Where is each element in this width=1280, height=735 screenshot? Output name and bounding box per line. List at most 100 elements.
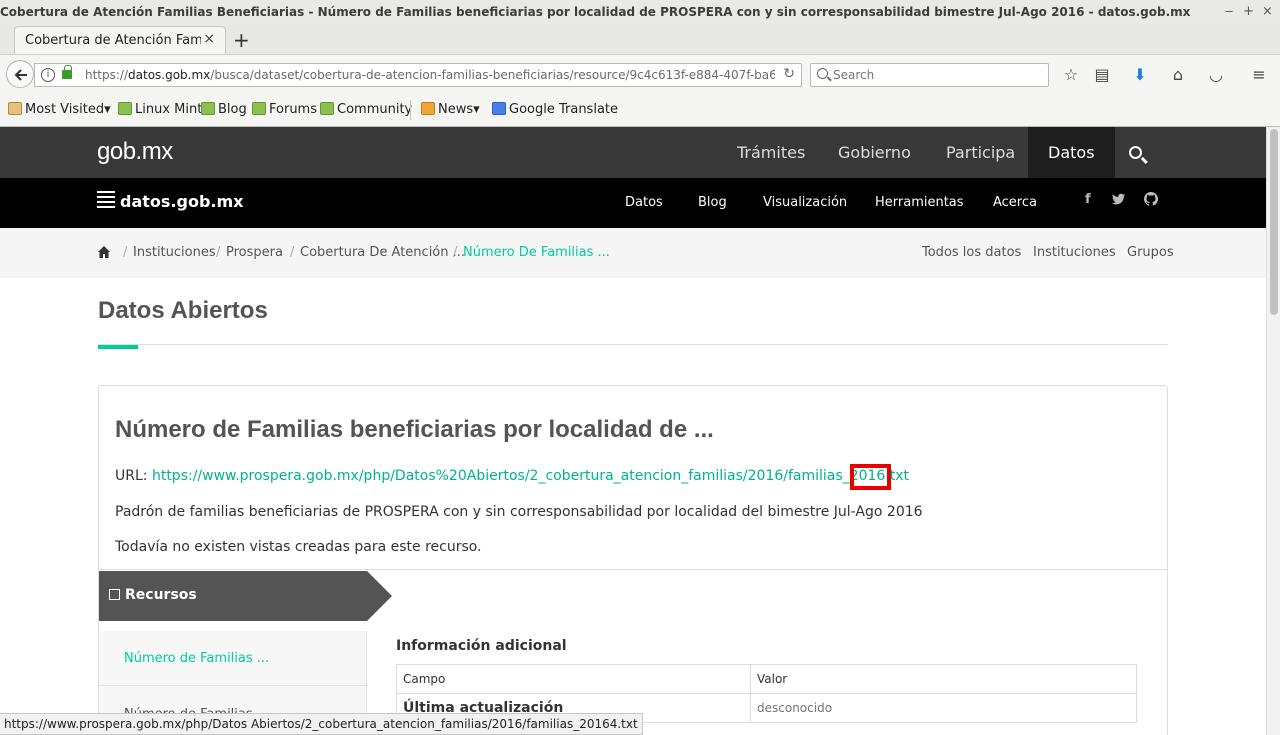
info-heading: Información adicional (396, 638, 567, 654)
bookmark-separator (410, 100, 411, 120)
resource-url-link[interactable]: https://www.prospera.gob.mx/php/Datos%20… (152, 468, 909, 484)
lock-icon (62, 65, 72, 79)
window-title: Cobertura de Atención Familias Beneficia… (0, 5, 1190, 19)
breadcrumb: / Instituciones / Prospera / Cobertura D… (0, 228, 1266, 278)
url-path: /busca/dataset/cobertura-de-atencion-fam… (210, 68, 775, 82)
datos-logo[interactable]: datos.gob.mx (97, 191, 243, 211)
mint-icon (320, 102, 334, 115)
reading-list-icon[interactable]: ▤ (1091, 64, 1113, 86)
scrollbar-thumb[interactable] (1270, 129, 1278, 315)
datos-nav-acerca[interactable]: Acerca (993, 195, 1037, 210)
bookmark-label: Google Translate (509, 102, 619, 117)
recursos-heading: Recursos (109, 587, 197, 603)
no-views-message: Todavía no existen vistas creadas para e… (115, 539, 482, 555)
info-icon[interactable]: i (41, 68, 55, 82)
nav-datos[interactable]: Datos (1028, 127, 1115, 178)
url-prefix: https:// (85, 68, 129, 82)
nav-participa[interactable]: Participa (946, 127, 1015, 178)
link-grupos[interactable]: Grupos (1127, 245, 1174, 260)
maximize-button[interactable]: + (1243, 4, 1254, 19)
url-host: datos.gob.mx (128, 68, 211, 82)
bookmark-label: Blog (218, 102, 247, 117)
bookmark-forums[interactable]: Forums (252, 102, 317, 117)
datos-logo-text: datos.gob.mx (120, 192, 244, 211)
datos-nav-herramientas[interactable]: Herramientas (875, 195, 964, 210)
gob-logo[interactable]: gob.mx (97, 138, 173, 166)
bookmark-blog[interactable]: Blog (201, 102, 247, 117)
rss-icon (421, 102, 435, 115)
bookmark-google-translate[interactable]: Google Translate (492, 102, 618, 117)
twitter-icon[interactable] (1112, 193, 1126, 205)
menu-icon[interactable]: ≡ (1248, 64, 1270, 86)
mint-icon (252, 102, 266, 115)
bookmark-most-visited[interactable]: Most Visited▾ (8, 102, 111, 117)
search-icon[interactable] (1129, 146, 1142, 159)
bookmark-community[interactable]: Community (320, 102, 412, 117)
datos-nav-blog[interactable]: Blog (698, 195, 727, 210)
resource-url-text: https://www.prospera.gob.mx/php/Datos%20… (151, 468, 886, 484)
downloads-icon[interactable]: ⬇ (1129, 64, 1151, 86)
search-icon (817, 68, 828, 79)
page-title: Datos Abiertos (98, 297, 268, 324)
facebook-icon[interactable]: f (1085, 192, 1091, 207)
recursos-header: Recursos (99, 571, 392, 621)
bookmark-label: Forums (269, 102, 317, 117)
bookmark-label: Community (337, 102, 413, 117)
home-icon[interactable] (98, 246, 110, 258)
reload-icon[interactable]: ↻ (783, 66, 795, 82)
new-tab-button[interactable]: + (233, 28, 250, 52)
tab-close-icon[interactable]: × (203, 31, 215, 47)
bookmark-label: News▾ (438, 102, 480, 117)
gob-header: gob.mx Trámites Gobierno Participa Datos (0, 127, 1266, 178)
link-todos-los-datos[interactable]: Todos los datos (922, 245, 1021, 260)
home-button-icon[interactable]: ⌂ (1167, 64, 1189, 86)
resource-title: Número de Familias beneficiarias por loc… (115, 416, 714, 443)
resource-description: Padrón de familias beneficiarias de PROS… (115, 504, 923, 520)
nav-tramites[interactable]: Trámites (737, 127, 805, 178)
bookmark-label: Linux Mint (135, 102, 203, 117)
datos-nav-datos[interactable]: Datos (625, 195, 663, 210)
breadcrumb-separator: / (123, 245, 128, 260)
gob-logo-left: gob (97, 138, 136, 165)
datos-logo-icon (97, 191, 115, 211)
minimize-button[interactable]: ‒ (1225, 4, 1233, 19)
address-bar[interactable]: i https://datos.gob.mx/busca/dataset/cob… (34, 63, 802, 87)
column-header-valor: Valor (750, 664, 1137, 694)
breadcrumb-current[interactable]: Número De Familias ... (463, 245, 610, 260)
github-icon[interactable] (1144, 192, 1158, 206)
bookmark-news[interactable]: News▾ (421, 102, 480, 117)
vertical-scrollbar[interactable] (1266, 127, 1280, 735)
address-url[interactable]: https://datos.gob.mx/busca/dataset/cober… (85, 68, 775, 82)
most-visited-icon (8, 102, 22, 115)
breadcrumb-separator: / (453, 245, 458, 260)
bookmark-star-icon[interactable]: ☆ (1060, 64, 1082, 86)
copy-icon (109, 589, 120, 600)
bookmark-label: Most Visited▾ (25, 102, 111, 117)
breadcrumb-cobertura[interactable]: Cobertura De Atención ... (300, 245, 465, 260)
breadcrumb-separator: / (290, 245, 295, 260)
page-viewport: gob.mx Trámites Gobierno Participa Datos… (0, 127, 1266, 735)
browser-chrome: Cobertura de Atención Familias Beneficia… (0, 0, 1280, 127)
tab-active[interactable]: Cobertura de Atención Familias Be × (14, 26, 226, 54)
bookmark-linux-mint[interactable]: Linux Mint (118, 102, 202, 117)
search-input[interactable] (833, 66, 1043, 84)
back-button[interactable] (6, 60, 34, 88)
highlight-box (850, 464, 891, 490)
pocket-icon[interactable]: ◡ (1205, 64, 1227, 86)
gob-logo-right: mx (141, 138, 174, 165)
datos-nav-visualizacion[interactable]: Visualización (763, 195, 847, 210)
nav-gobierno[interactable]: Gobierno (838, 127, 911, 178)
status-bar: https://www.prospera.gob.mx/php/Datos Ab… (0, 713, 643, 735)
close-window-button[interactable]: × (1262, 4, 1273, 19)
window-titlebar: Cobertura de Atención Familias Beneficia… (0, 0, 1280, 26)
link-instituciones[interactable]: Instituciones (1033, 245, 1116, 260)
breadcrumb-separator: / (216, 245, 221, 260)
search-bar[interactable] (810, 63, 1049, 87)
breadcrumb-instituciones[interactable]: Instituciones (133, 245, 216, 260)
tab-title: Cobertura de Atención Familias Be (25, 33, 201, 48)
recurso-item-active[interactable]: Número de Familias ... (99, 631, 367, 686)
breadcrumb-prospera[interactable]: Prospera (226, 245, 283, 260)
bookmarks-toolbar: Most Visited▾ Linux Mint Blog Forums Com… (0, 94, 1280, 127)
mint-icon (201, 102, 215, 115)
google-translate-icon (492, 102, 506, 115)
